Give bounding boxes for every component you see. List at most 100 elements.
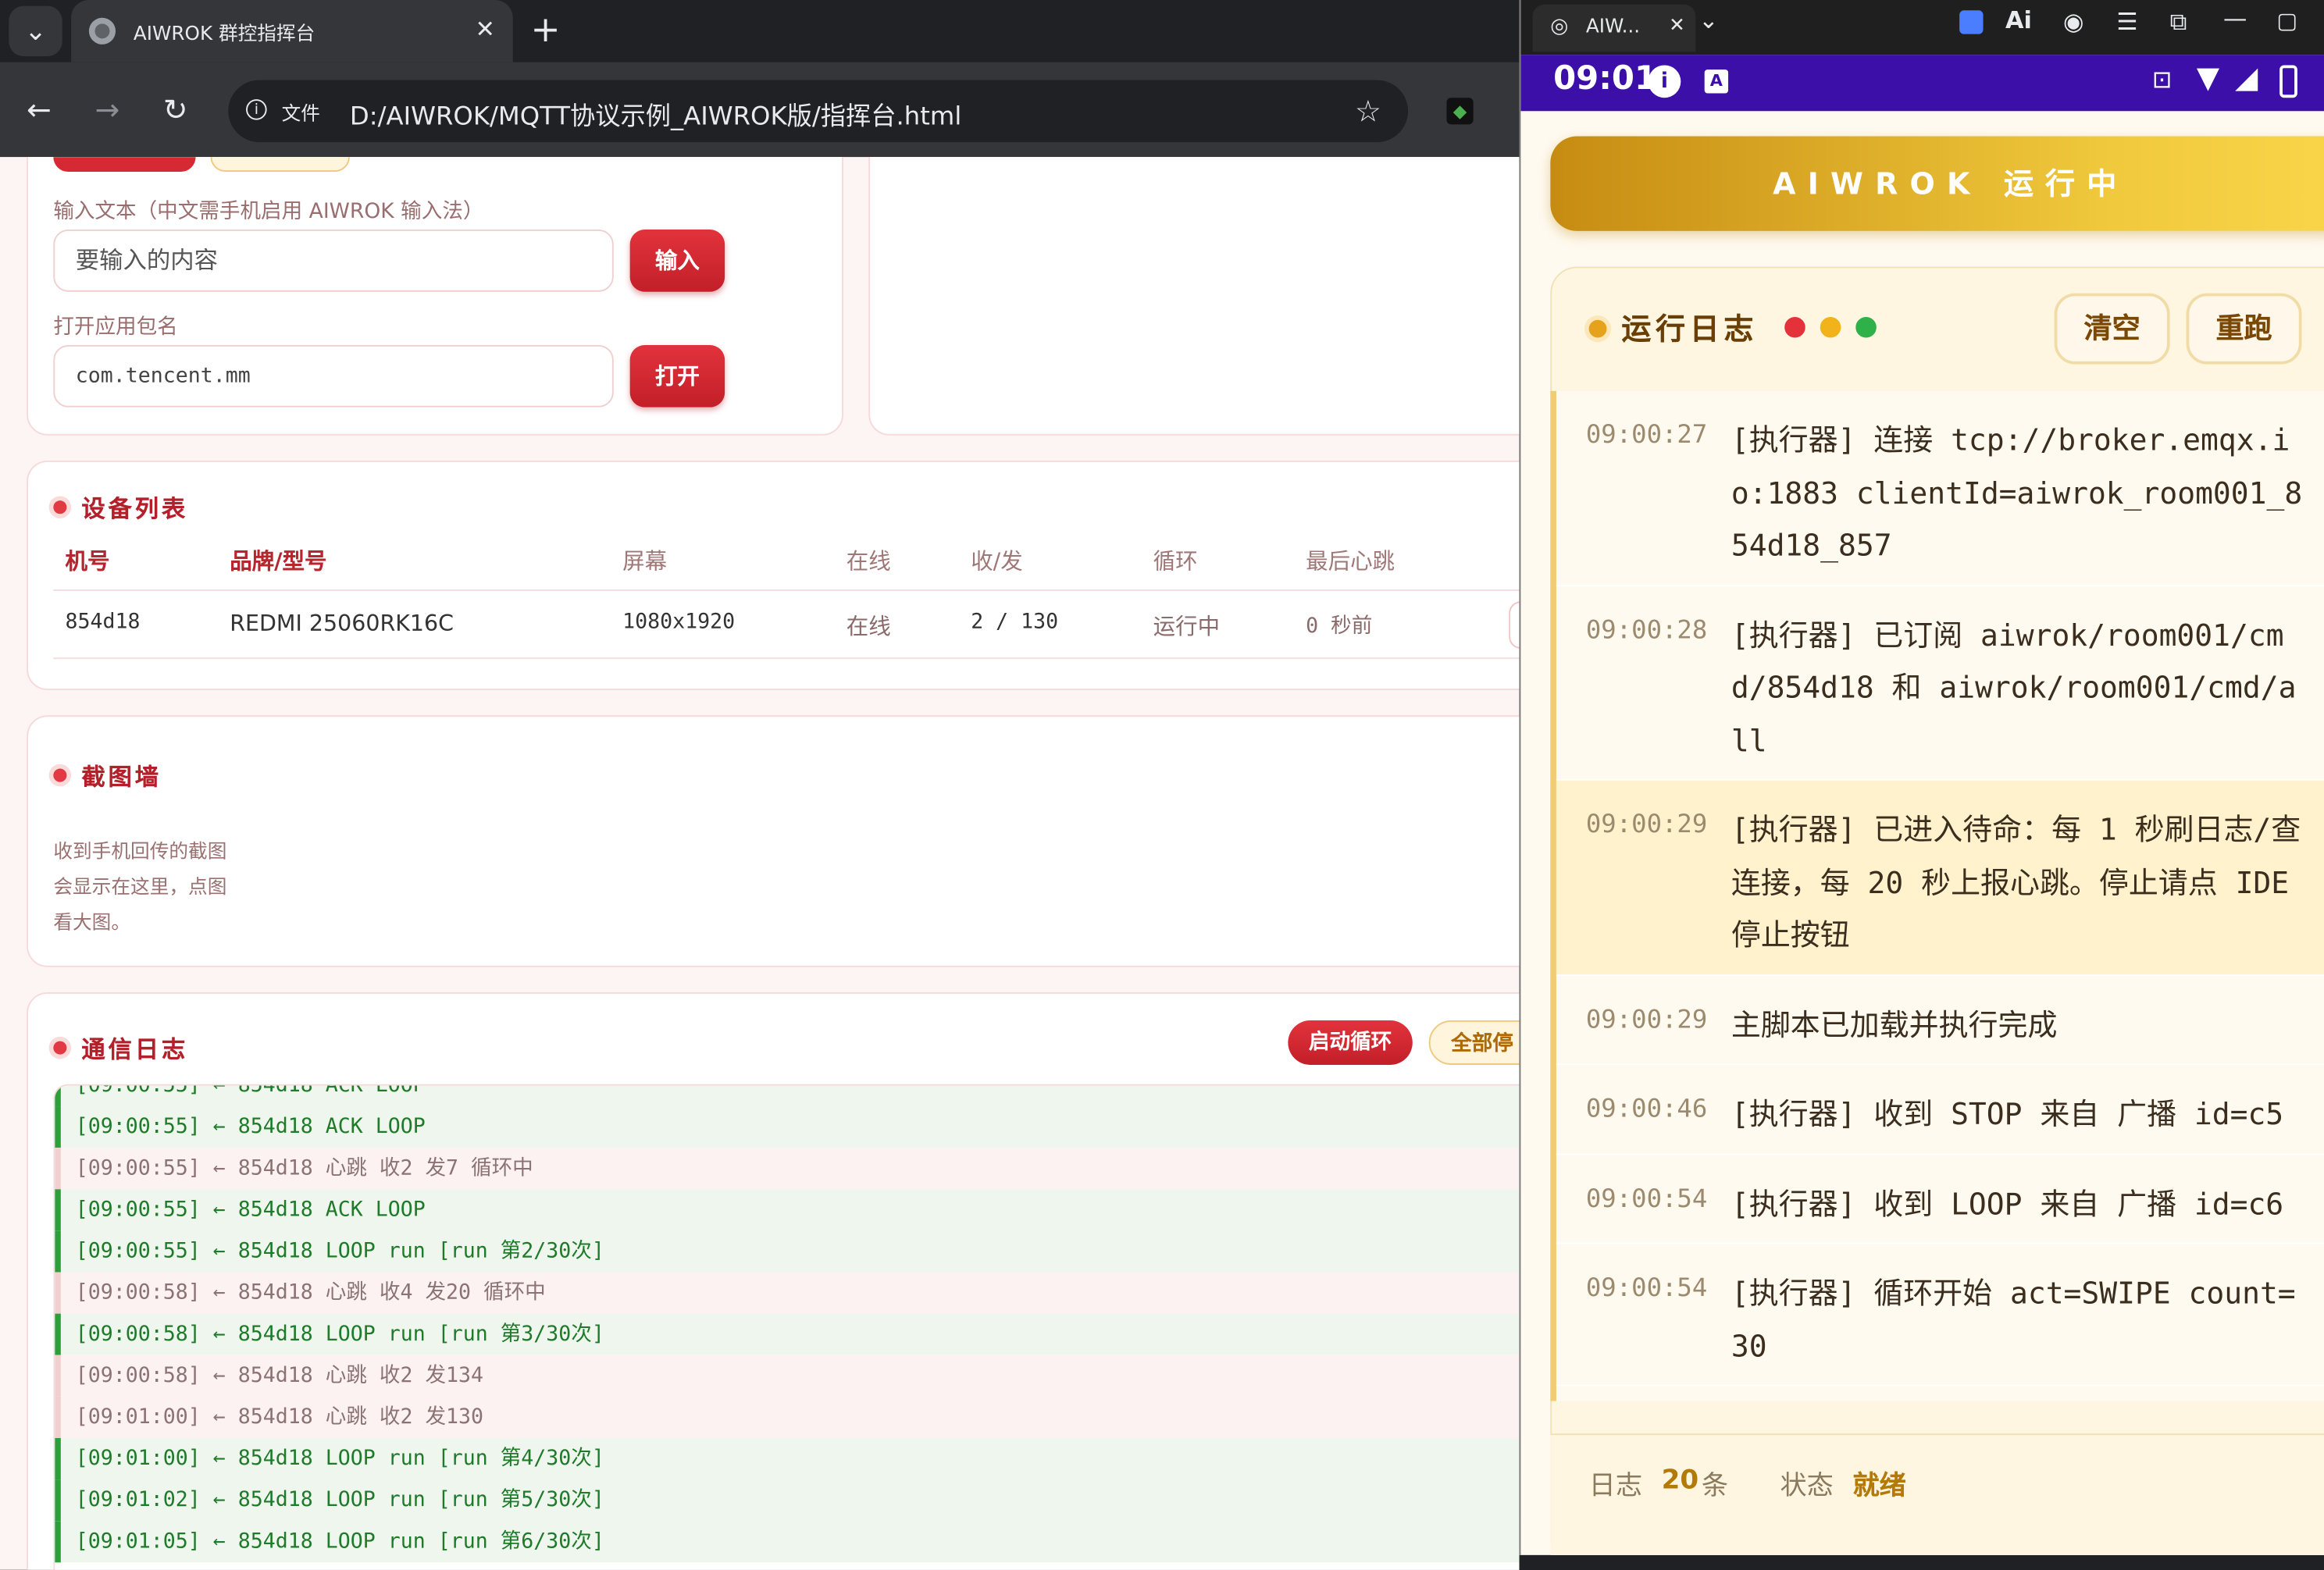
file-chip: 文件 (281, 103, 320, 126)
input-button[interactable]: 输入 (629, 230, 725, 292)
back-arrow-icon[interactable]: ← (27, 92, 52, 128)
comm-log-title: 通信日志 (53, 1029, 188, 1065)
device-rx-tx: 2 / 130 (971, 610, 1059, 634)
browser-tab[interactable]: AIWROK 群控指挥台 ✕ (71, 0, 513, 62)
log-entry-message: 主脚本已加载并执行完成 (1731, 1006, 2058, 1042)
status-time: 09:01 (1553, 60, 1658, 98)
cut-red-button[interactable] (53, 157, 196, 173)
clear-button[interactable]: 清空 (2054, 293, 2170, 365)
log-entry-time: 09:00:46 (1585, 1094, 1708, 1124)
maximize-icon[interactable]: ▢ (2276, 7, 2297, 34)
reload-icon[interactable]: ↻ (163, 92, 188, 128)
chevron-down-icon[interactable]: ⌄ (1698, 6, 1718, 34)
log-line: [09:00:55] ← 854d18 ACK LOOP (55, 1106, 1520, 1148)
log-count-label: 日志 (1588, 1470, 1642, 1502)
start-loop-button[interactable]: 启动循环 (1288, 1020, 1413, 1065)
close-icon[interactable]: ✕ (1669, 15, 1685, 37)
phone-status-bar: 09:01 i A ⊡ ▼ ◢ (1520, 55, 2324, 112)
log-count: 20 (1661, 1465, 1699, 1496)
phone-window-titlebar: ◎ AIW... ✕ ⌄ Ai ◉ ☰ ⧉ — ▢ (1520, 0, 2324, 55)
log-count-unit: 条 (1701, 1470, 1729, 1502)
log-entry-time: 09:00:27 (1585, 420, 1708, 450)
red-dot-icon (1784, 316, 1805, 338)
section-dot-icon (53, 1041, 67, 1055)
input-text-label: 输入文本（中文需手机启用 AIWROK 输入法） (53, 200, 484, 224)
app-icon: ◎ (1550, 14, 1569, 39)
running-banner: AIWROK 运行中 (1550, 136, 2324, 231)
extension-icon[interactable]: ◆ (1446, 98, 1474, 125)
log-line: [09:00:55] ← 854d18 心跳 收2 发7 循环中 (55, 1148, 1520, 1190)
url-text[interactable]: D:/AIWROK/MQTT协议示例_AIWROK版/指挥台.html (350, 94, 961, 132)
account-icon[interactable]: ◉ (2063, 7, 2084, 35)
new-tab-button[interactable]: + (530, 9, 560, 50)
ai-icon[interactable]: Ai (2005, 6, 2032, 34)
column-header-model: 品牌/型号 (230, 547, 327, 575)
stop-all-button[interactable]: 全部停 (1428, 1020, 1520, 1065)
log-line: [09:00:55] ← 854d18 ACK LOOP (55, 1189, 1520, 1231)
log-entry: 09:00:46 [执行器] 收到 STOP 来自 广播 id=c5 (1556, 1065, 2324, 1155)
log-entry-time: 09:00:54 (1585, 1184, 1708, 1214)
picture-in-picture-icon[interactable]: ⧉ (2170, 7, 2187, 37)
log-entry-time: 09:00:29 (1585, 1005, 1708, 1035)
flash-icon[interactable] (1959, 10, 1984, 34)
bookmark-star-icon[interactable]: ☆ (1355, 94, 1381, 130)
log-entry-message: [执行器] 收到 LOOP 来自 广播 id=c6 (1731, 1185, 2284, 1222)
phone-tab-title: AIW... (1585, 16, 1641, 39)
device-list-title: 设备列表 (53, 489, 188, 525)
close-tab-icon[interactable]: ✕ (475, 15, 494, 43)
info-icon: i (1648, 65, 1681, 98)
wifi-icon: ▼ (2196, 59, 2220, 95)
log-entry-message: [执行器] 已订阅 aiwrok/room001/cmd/854d18 和 ai… (1731, 617, 2297, 758)
open-app-button[interactable]: 打开 (629, 345, 725, 408)
device-online: 在线 (846, 613, 891, 640)
device-heartbeat: 0 秒前 (1306, 614, 1373, 639)
input-text-field[interactable]: 要输入的内容 (53, 230, 614, 292)
log-line: [09:00:55] ← 854d18 LOOP run [run 第2/30次… (55, 1230, 1520, 1273)
phone-mirror-window: ◎ AIW... ✕ ⌄ Ai ◉ ☰ ⧉ — ▢ 09:01 i A ⊡ ▼ … (1519, 0, 2324, 1555)
log-line: [09:00:55] ← 854d18 ACK LOOP (55, 1085, 1520, 1107)
section-dot-icon (1588, 319, 1607, 337)
log-entry-message: [执行器] 循环开始 act=SWIPE count=30 (1731, 1275, 2296, 1364)
run-log-list: 09:00:27 [执行器] 连接 tcp://broker.emqx.io:18… (1550, 390, 2324, 1401)
device-id: 854d18 (65, 610, 141, 634)
screenshot-wall-card (27, 715, 1520, 967)
forward-arrow-icon[interactable]: → (94, 92, 119, 128)
screenshot-wall-title: 截图墙 (53, 757, 162, 792)
state-value: 就绪 (1852, 1470, 1906, 1502)
tab-title: AIWROK 群控指挥台 (133, 23, 315, 46)
rerun-button[interactable]: 重跑 (2186, 293, 2302, 365)
site-info-icon[interactable]: i (246, 99, 267, 120)
globe-icon (88, 17, 116, 45)
yellow-dot-icon (1820, 316, 1841, 338)
section-dot-icon (53, 500, 67, 514)
log-line: [09:01:02] ← 854d18 LOOP run [run 第5/30次… (55, 1479, 1520, 1522)
menu-icon[interactable]: ☰ (2116, 7, 2137, 35)
log-entry-time: 09:00:29 (1585, 810, 1708, 840)
log-entry: 09:00:54 [执行器] 循环开始 act=SWIPE count=30 (1556, 1244, 2324, 1387)
cast-icon: ⊡ (2151, 65, 2173, 94)
minimize-icon[interactable]: — (2223, 5, 2247, 33)
phone-window-tab[interactable]: ◎ AIW... ✕ (1532, 4, 1696, 52)
address-bar[interactable]: i 文件 D:/AIWROK/MQTT协议示例_AIWROK版/指挥台.html… (228, 80, 1409, 143)
cut-cream-button[interactable] (210, 157, 350, 173)
row-action-button[interactable] (1509, 601, 1520, 649)
screen: ⌄ AIWROK 群控指挥台 ✕ + ← → ↻ i 文件 D:/AIWROK/… (0, 0, 2324, 1570)
log-entry: 09:00:29 主脚本已加载并执行完成 (1556, 975, 2324, 1065)
table-divider (53, 589, 1520, 591)
device-loop: 运行中 (1153, 613, 1221, 640)
tab-search-chevron-icon[interactable]: ⌄ (9, 5, 62, 57)
log-line: [09:00:58] ← 854d18 LOOP run [run 第3/30次… (55, 1313, 1520, 1355)
device-model: REDMI 25060RK16C (230, 610, 454, 637)
log-entry-time: 09:00:28 (1585, 615, 1708, 646)
column-header-heartbeat: 最后心跳 (1306, 547, 1395, 575)
column-header-online: 在线 (846, 547, 891, 575)
log-line: [09:01:05] ← 854d18 LOOP run [run 第6/30次… (55, 1521, 1520, 1563)
run-log-title: 运行日志 (1588, 305, 1758, 348)
section-dot-icon (53, 768, 67, 782)
app-package-field[interactable]: com.tencent.mm (53, 345, 614, 408)
web-page: 输入文本（中文需手机启用 AIWROK 输入法） 要输入的内容 输入 打开应用包… (0, 157, 1520, 1570)
log-entry-message: [执行器] 连接 tcp://broker.emqx.io:1883 clien… (1731, 422, 2303, 563)
column-header-screen: 屏幕 (622, 547, 668, 575)
state-label: 状态 (1780, 1470, 1834, 1502)
log-entry: 09:00:27 [执行器] 连接 tcp://broker.emqx.io:18… (1556, 391, 2324, 586)
